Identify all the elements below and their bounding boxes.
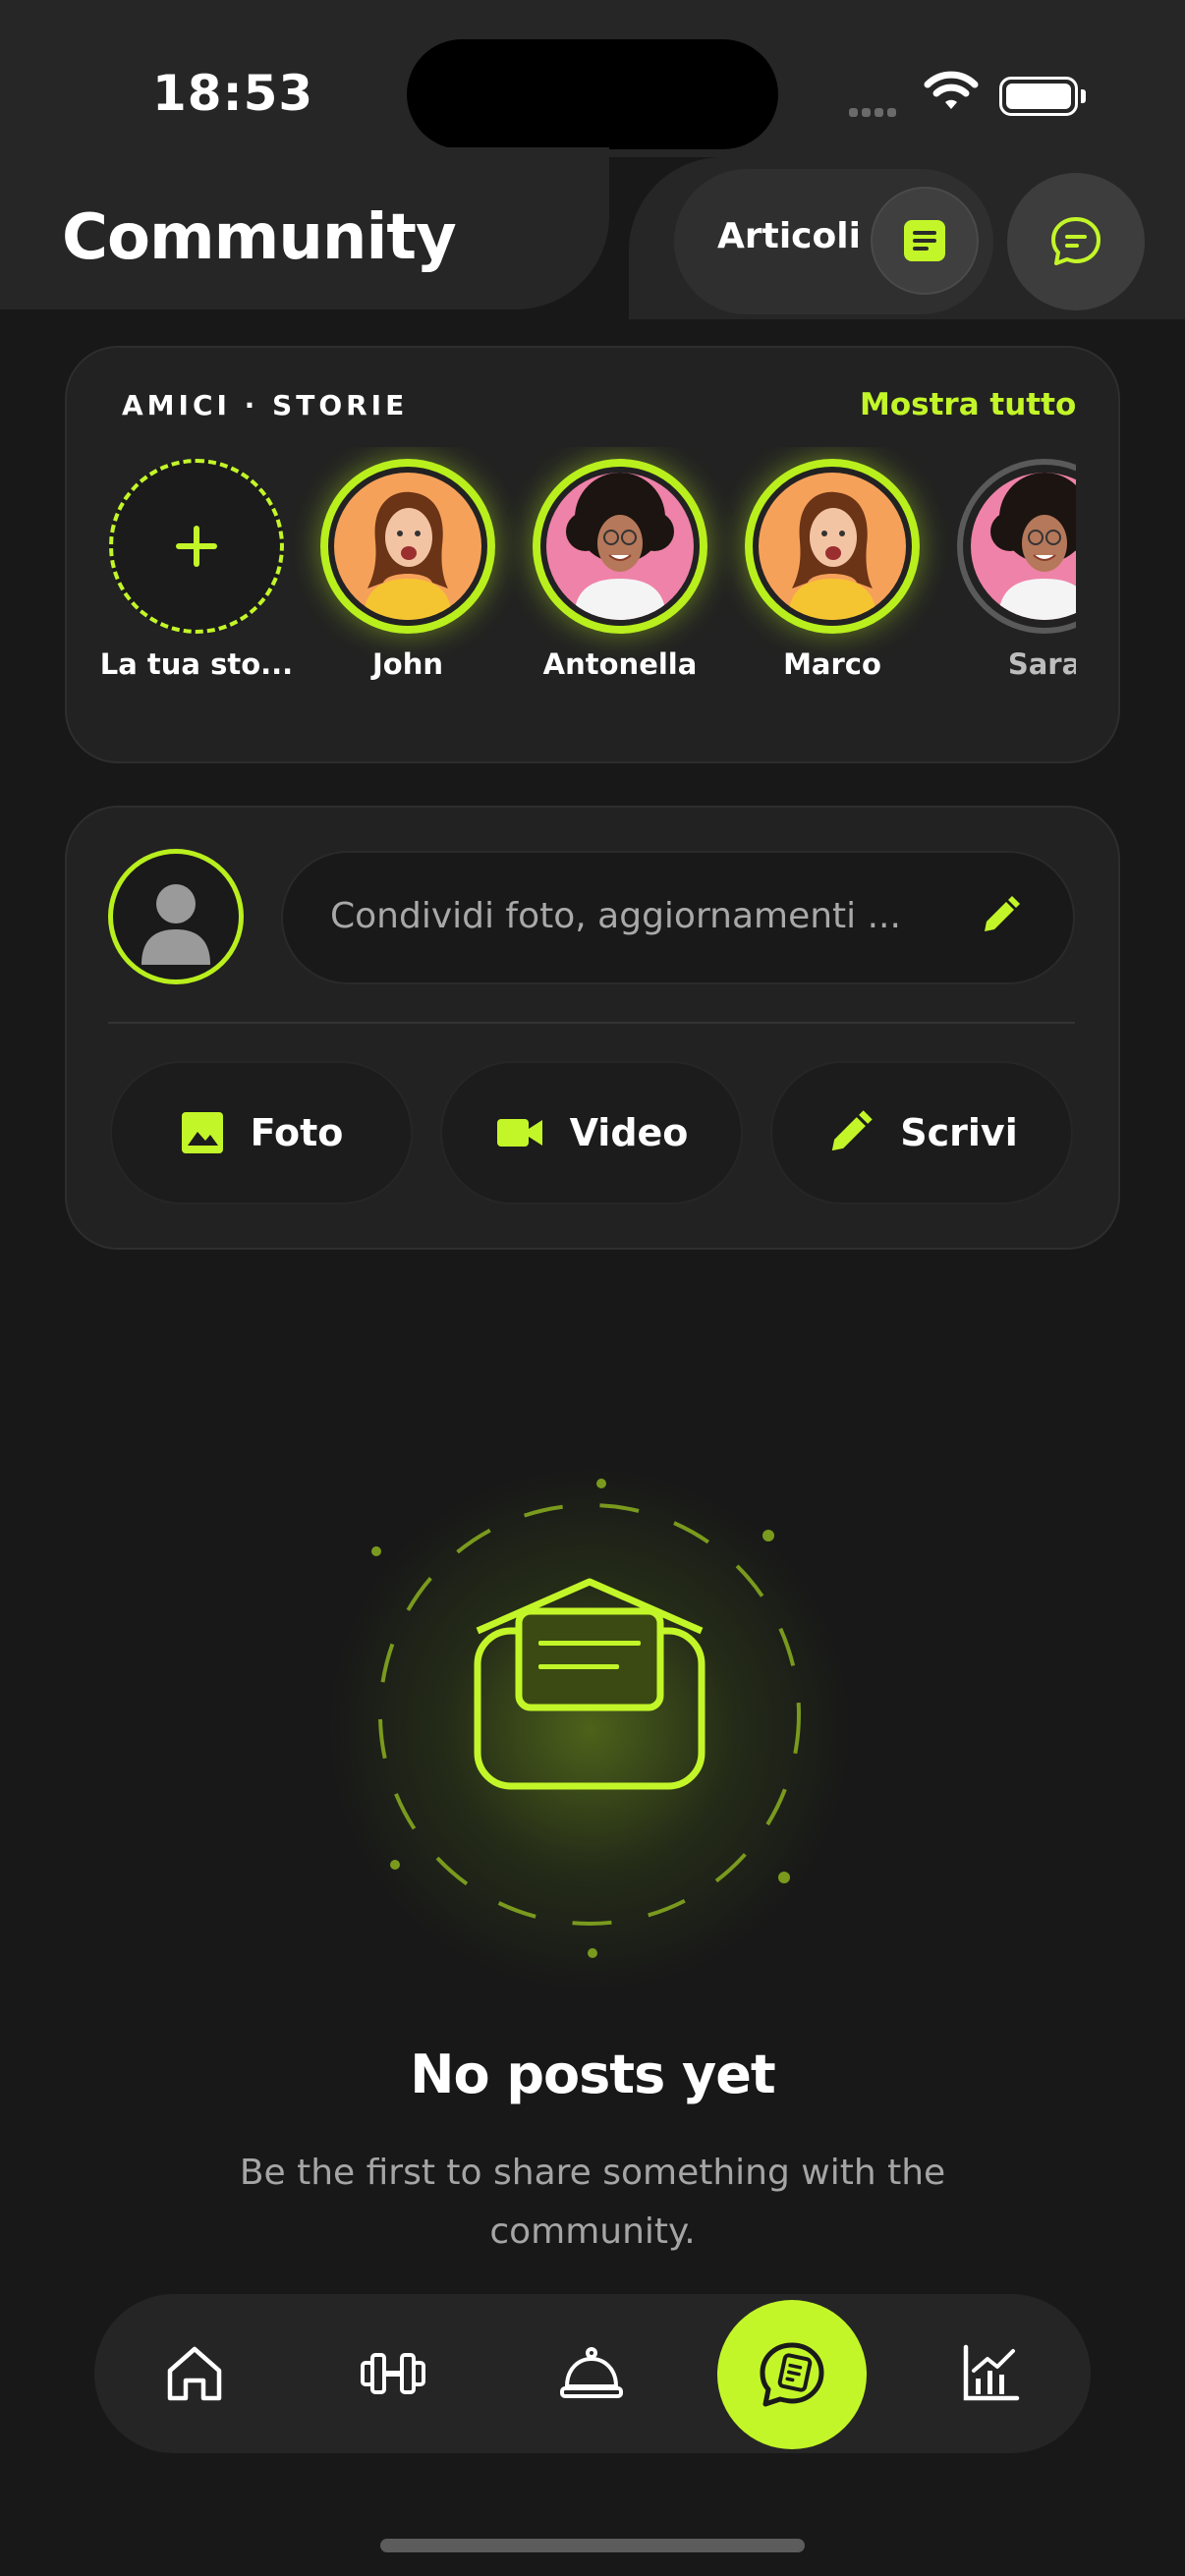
image-icon xyxy=(181,1112,223,1153)
nav-home[interactable] xyxy=(126,2294,263,2453)
avatar xyxy=(971,473,1076,620)
avatar xyxy=(334,473,481,620)
community-chat-icon xyxy=(760,2342,824,2407)
stories-carousel[interactable]: La tua sto... John Antonella Marco Sara xyxy=(98,447,1076,702)
composer-placeholder: Condividi foto, aggiornamenti ... xyxy=(330,896,901,936)
plus-icon xyxy=(176,526,217,567)
story-name: Antonella xyxy=(542,647,698,681)
story-name: John xyxy=(371,647,443,681)
add-story-ring[interactable] xyxy=(109,459,284,634)
composer-divider xyxy=(108,1022,1075,1024)
articles-icon-button[interactable] xyxy=(871,187,979,295)
empty-state-title: No posts yet xyxy=(410,2044,775,2105)
story-item[interactable]: Antonella xyxy=(522,447,718,681)
pencil-icon xyxy=(832,1110,873,1151)
avatar xyxy=(759,473,906,620)
user-avatar[interactable] xyxy=(108,849,244,984)
nav-community[interactable] xyxy=(717,2300,867,2449)
story-name: Sara xyxy=(1007,647,1076,681)
page-title: Community xyxy=(62,201,457,274)
battery-tip xyxy=(1081,89,1086,103)
pencil-icon[interactable] xyxy=(979,894,1022,941)
story-add[interactable]: La tua sto... xyxy=(98,447,295,681)
video-button[interactable]: Video xyxy=(440,1061,743,1204)
photo-label: Foto xyxy=(250,1111,344,1154)
dumbbell-icon xyxy=(361,2353,425,2394)
story-item[interactable]: Marco xyxy=(734,447,931,681)
empty-inbox-icon xyxy=(324,1464,855,1998)
home-icon xyxy=(167,2346,222,2401)
video-camera-icon xyxy=(496,1119,542,1147)
write-button[interactable]: Scrivi xyxy=(770,1061,1073,1204)
chart-icon xyxy=(963,2344,1020,2401)
cellular-signal-icon xyxy=(849,102,900,121)
chat-button[interactable] xyxy=(1007,173,1145,310)
story-name: Marco xyxy=(783,647,881,681)
story-item[interactable]: John xyxy=(310,447,506,681)
nav-progress[interactable] xyxy=(922,2294,1059,2453)
story-item[interactable]: Sara xyxy=(946,447,1076,681)
articles-label: Articoli xyxy=(717,216,861,256)
avatar xyxy=(546,473,694,620)
battery-icon xyxy=(999,77,1078,116)
video-label: Video xyxy=(569,1111,689,1154)
cloche-icon xyxy=(560,2347,623,2398)
dynamic-island xyxy=(407,39,778,149)
photo-button[interactable]: Foto xyxy=(110,1061,413,1204)
document-icon xyxy=(904,220,945,261)
nav-workouts[interactable] xyxy=(324,2294,462,2453)
show-all-link[interactable]: Mostra tutto xyxy=(860,387,1076,422)
home-indicator xyxy=(380,2539,805,2552)
wifi-icon xyxy=(924,71,979,116)
empty-state-subtitle: Be the first to share something with the… xyxy=(239,2153,946,2252)
story-name: La tua sto... xyxy=(99,647,294,681)
nav-nutrition[interactable] xyxy=(523,2294,660,2453)
chat-bubble-icon xyxy=(1051,217,1100,265)
status-time: 18:53 xyxy=(152,65,314,122)
stories-section-title: AMICI · STORIE xyxy=(122,389,409,421)
write-label: Scrivi xyxy=(900,1111,1018,1154)
default-avatar-icon xyxy=(141,884,210,965)
